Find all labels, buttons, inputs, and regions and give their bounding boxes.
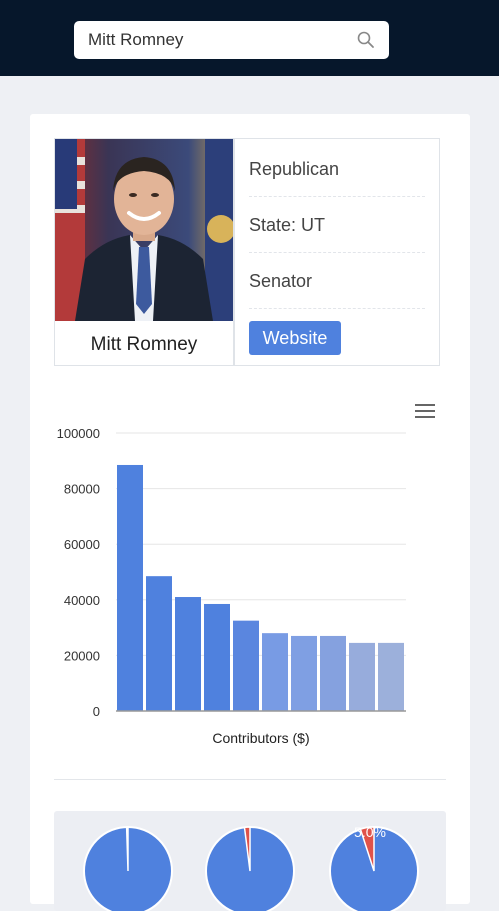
bar[interactable]	[262, 633, 288, 711]
party-label: Republican	[249, 141, 425, 197]
bar[interactable]	[175, 597, 201, 711]
search-icon[interactable]	[356, 30, 376, 50]
bar[interactable]	[378, 642, 404, 711]
office-label: Senator	[249, 253, 425, 309]
x-axis-label: Contributors ($)	[212, 730, 309, 746]
y-tick-label: 100000	[57, 426, 100, 441]
politician-photo	[55, 139, 233, 321]
y-tick-label: 60000	[64, 537, 100, 552]
pie-chart[interactable]	[205, 826, 295, 911]
pie-data-label: 5.0%	[354, 824, 386, 840]
politician-name: Mitt Romney	[90, 334, 198, 355]
state-label: State: UT	[249, 197, 425, 253]
y-tick-label: 40000	[64, 593, 100, 608]
search-input[interactable]	[74, 21, 344, 59]
chart-menu-icon[interactable]	[415, 403, 437, 419]
pie-chart[interactable]: 5.0%	[329, 824, 419, 911]
pie-charts: 5.0%	[83, 824, 419, 911]
pie-chart[interactable]	[83, 826, 173, 911]
y-tick-label: 80000	[64, 482, 100, 497]
y-tick-label: 20000	[64, 648, 100, 663]
bar[interactable]	[349, 642, 375, 711]
info-panel: Republican State: UT Senator Website	[234, 138, 440, 366]
pie-charts-panel: 5.0%	[54, 811, 446, 911]
website-button[interactable]: Website	[249, 321, 341, 355]
top-bar	[0, 0, 499, 76]
profile-panel: Mitt Romney	[54, 138, 234, 366]
y-tick-label: 0	[93, 704, 100, 719]
bar[interactable]	[117, 464, 143, 711]
bar[interactable]	[204, 603, 230, 711]
section-divider	[54, 779, 446, 780]
bar[interactable]	[320, 635, 346, 711]
bar[interactable]	[233, 620, 259, 711]
bar[interactable]	[291, 635, 317, 711]
search-box[interactable]	[74, 21, 389, 59]
politician-card: Mitt Romney Republican State: UT Senator…	[30, 114, 470, 911]
contributors-chart: 0 20000 40000 60000 80000 100000 Contributors …	[30, 386, 470, 756]
bar-chart: 0 20000 40000 60000 80000 100000 Contributors …	[57, 426, 406, 746]
bar[interactable]	[146, 576, 172, 711]
